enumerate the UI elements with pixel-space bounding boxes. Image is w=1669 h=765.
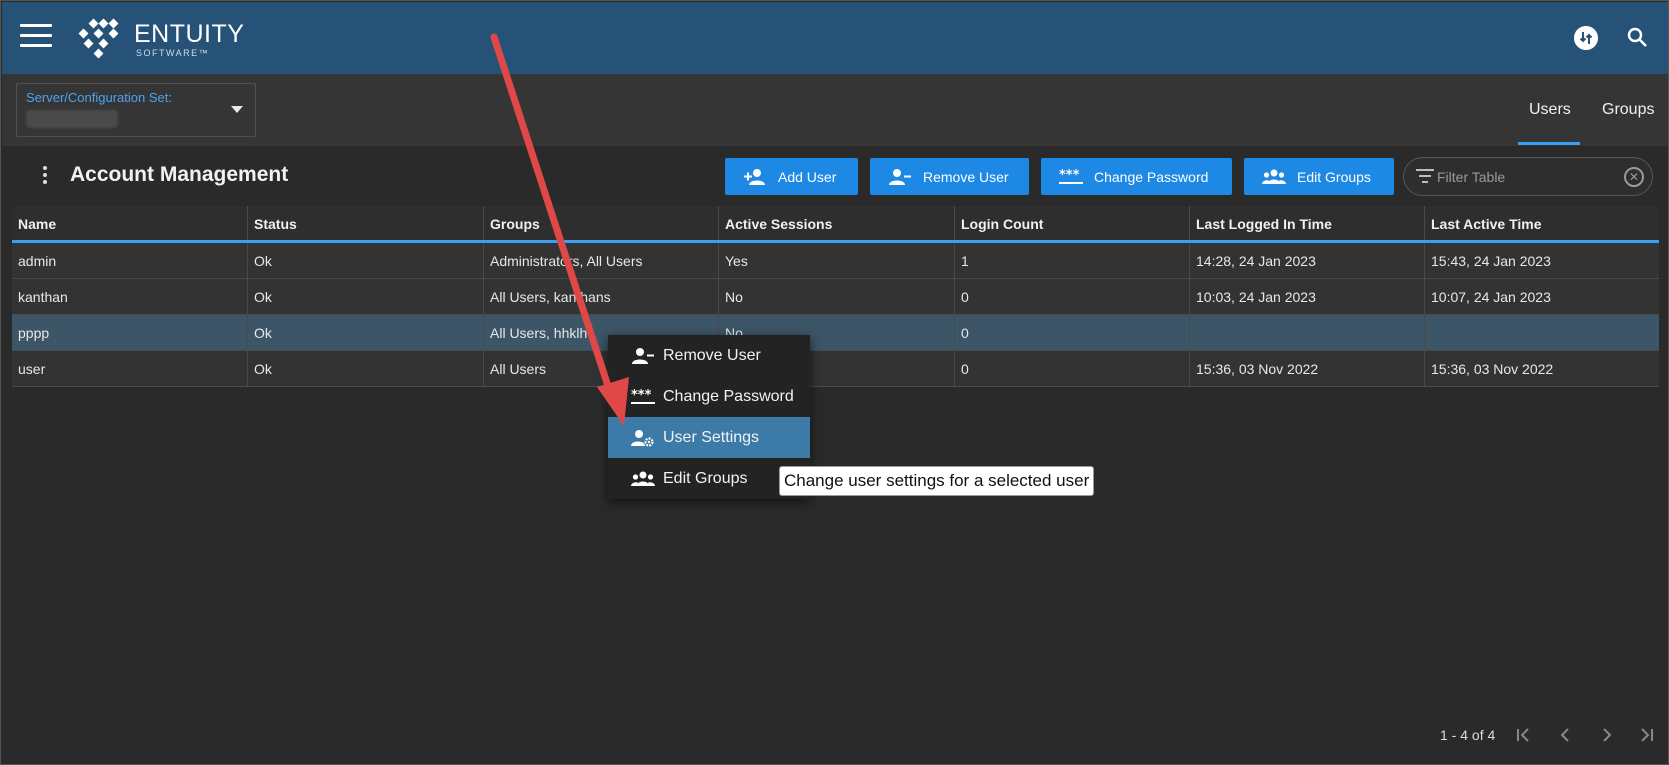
account-toolbar: Account Management Add User Remove User … <box>12 146 1659 206</box>
server-bar: Server/Configuration Set: Users Groups <box>2 74 1668 146</box>
table-row[interactable]: user Ok All Users No 0 15:36, 03 Nov 202… <box>12 351 1659 387</box>
cell-name: user <box>18 361 46 377</box>
first-page-icon[interactable] <box>1513 725 1533 745</box>
hamburger-menu-icon[interactable] <box>20 24 52 50</box>
app-window: ENTUITY SOFTWARE™ Server/Configuration S… <box>0 0 1669 765</box>
more-options-icon[interactable] <box>42 166 48 186</box>
sync-icon[interactable] <box>1574 26 1598 50</box>
context-menu-remove-user[interactable]: Remove User <box>608 335 810 376</box>
column-header-groups[interactable]: Groups <box>483 206 718 240</box>
remove-user-icon <box>889 168 911 185</box>
cell-name: admin <box>18 253 57 269</box>
column-header-name[interactable]: Name <box>12 206 247 240</box>
cell-status: Ok <box>247 243 483 278</box>
tooltip: Change user settings for a selected user <box>779 466 1095 496</box>
tab-users[interactable]: Users <box>1529 101 1571 119</box>
last-page-icon[interactable] <box>1637 725 1657 745</box>
edit-groups-label: Edit Groups <box>1297 168 1371 185</box>
tab-groups[interactable]: Groups <box>1602 101 1654 119</box>
server-config-label: Server/Configuration Set: <box>26 90 172 105</box>
table-row[interactable]: admin Ok Administrators, All Users Yes 1… <box>12 243 1659 279</box>
chevron-down-icon <box>231 106 243 113</box>
cell-status: Ok <box>247 315 483 350</box>
add-user-button[interactable]: Add User <box>725 158 858 195</box>
table-header-row: Name Status Groups Active Sessions Login… <box>12 206 1659 243</box>
cell-last-active: 15:36, 03 Nov 2022 <box>1424 351 1659 386</box>
change-password-label: Change Password <box>1094 168 1209 185</box>
context-menu-label: User Settings <box>663 428 760 446</box>
groups-icon <box>631 471 655 486</box>
remove-user-button[interactable]: Remove User <box>870 158 1029 195</box>
edit-groups-button[interactable]: Edit Groups <box>1244 158 1394 195</box>
pager-range-text: 1 - 4 of 4 <box>1440 727 1496 743</box>
cell-last-logged-in <box>1189 315 1424 350</box>
column-header-last-logged-in[interactable]: Last Logged In Time <box>1189 206 1424 240</box>
brand-name: ENTUITY <box>134 20 245 48</box>
top-header: ENTUITY SOFTWARE™ <box>2 2 1668 74</box>
brand-subtitle: SOFTWARE™ <box>136 48 210 58</box>
password-icon: *** <box>631 388 655 404</box>
change-password-button[interactable]: *** Change Password <box>1041 158 1232 195</box>
column-header-status[interactable]: Status <box>247 206 483 240</box>
svg-text:***: *** <box>631 388 652 403</box>
server-config-select[interactable]: Server/Configuration Set: <box>16 83 256 137</box>
table-row[interactable]: kanthan Ok All Users, kanthans No 0 10:0… <box>12 279 1659 315</box>
filter-icon <box>1416 169 1434 183</box>
cell-last-logged-in: 14:28, 24 Jan 2023 <box>1189 243 1424 278</box>
previous-page-icon[interactable] <box>1555 725 1575 745</box>
column-header-login-count[interactable]: Login Count <box>954 206 1189 240</box>
cell-active-sessions: Yes <box>718 243 954 278</box>
table-pager: 1 - 4 of 4 <box>1431 723 1659 747</box>
cell-last-active <box>1424 315 1659 350</box>
server-config-value-redacted <box>26 110 118 128</box>
groups-icon <box>1262 169 1286 184</box>
context-menu-label: Remove User <box>663 346 761 364</box>
password-icon: *** <box>1059 168 1083 184</box>
add-user-label: Add User <box>778 168 837 185</box>
cell-status: Ok <box>247 279 483 314</box>
user-settings-icon <box>631 429 654 447</box>
context-menu-change-password[interactable]: *** Change Password <box>608 376 810 417</box>
context-menu-label: Edit Groups <box>663 469 748 487</box>
cell-last-logged-in: 10:03, 24 Jan 2023 <box>1189 279 1424 314</box>
users-table: Name Status Groups Active Sessions Login… <box>12 206 1659 387</box>
entuity-logo: ENTUITY SOFTWARE™ <box>76 18 256 60</box>
cell-last-logged-in: 15:36, 03 Nov 2022 <box>1189 351 1424 386</box>
cell-last-active: 10:07, 24 Jan 2023 <box>1424 279 1659 314</box>
search-icon[interactable] <box>1626 26 1648 48</box>
cell-last-active: 15:43, 24 Jan 2023 <box>1424 243 1659 278</box>
add-user-icon <box>744 168 765 185</box>
cell-login-count: 0 <box>954 279 1189 314</box>
cell-groups: Administrators, All Users <box>483 243 718 278</box>
context-menu-user-settings[interactable]: User Settings <box>608 417 810 458</box>
cell-name: kanthan <box>18 289 68 305</box>
cell-login-count: 0 <box>954 315 1189 350</box>
active-tab-indicator <box>1518 142 1580 145</box>
cell-groups: All Users, kanthans <box>483 279 718 314</box>
page-title: Account Management <box>70 163 289 186</box>
column-header-active-sessions[interactable]: Active Sessions <box>718 206 954 240</box>
cell-login-count: 0 <box>954 351 1189 386</box>
context-menu-label: Change Password <box>663 387 794 405</box>
remove-user-icon <box>632 347 654 364</box>
next-page-icon[interactable] <box>1597 725 1617 745</box>
filter-table-box: ✕ <box>1403 157 1653 196</box>
filter-table-input[interactable] <box>1437 167 1607 187</box>
table-row-selected[interactable]: pppp Ok All Users, hhklh No 0 <box>12 315 1659 351</box>
entuity-logo-mark-icon <box>78 18 119 59</box>
cell-login-count: 1 <box>954 243 1189 278</box>
cell-active-sessions: No <box>718 279 954 314</box>
svg-text:***: *** <box>1059 168 1080 183</box>
remove-user-label: Remove User <box>923 168 1009 185</box>
cell-name: pppp <box>18 325 50 341</box>
column-header-last-active[interactable]: Last Active Time <box>1424 206 1659 240</box>
cell-status: Ok <box>247 351 483 386</box>
clear-filter-icon[interactable]: ✕ <box>1624 167 1644 187</box>
